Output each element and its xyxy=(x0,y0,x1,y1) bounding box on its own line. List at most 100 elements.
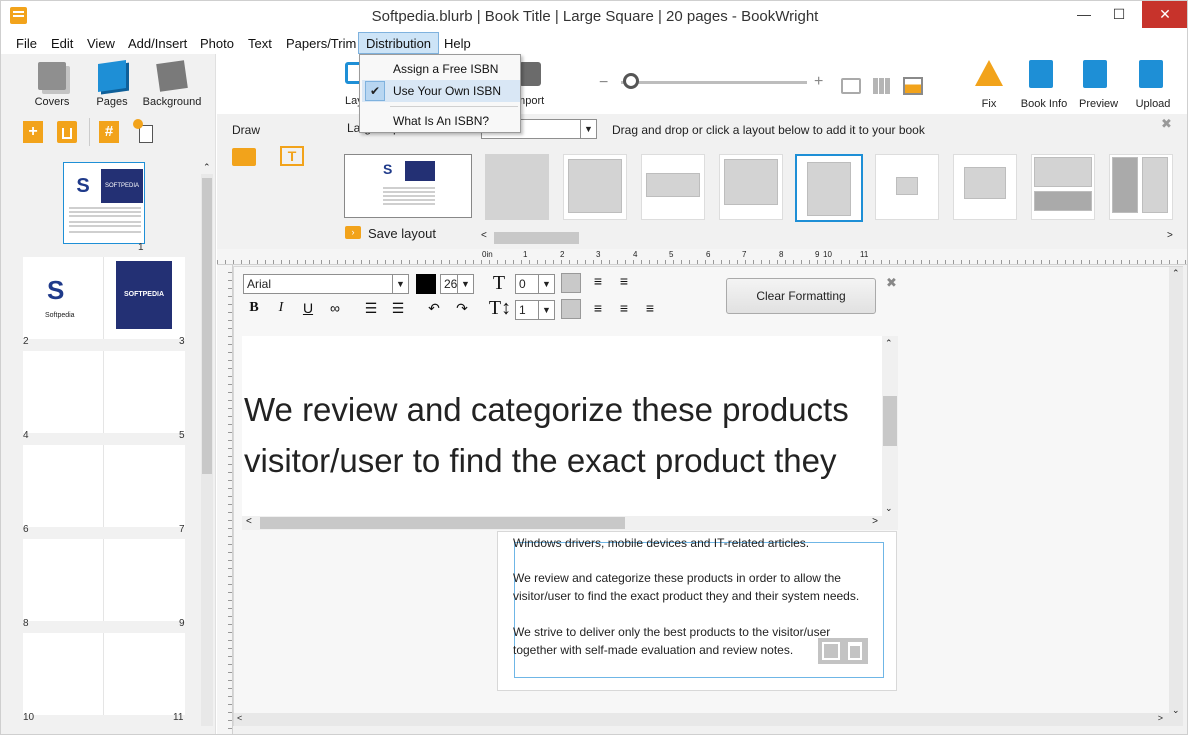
scroll-right-icon[interactable]: > xyxy=(1167,230,1173,241)
link-icon[interactable]: ∞ xyxy=(325,300,345,316)
outdent-icon[interactable]: ☰ xyxy=(361,300,381,317)
close-editor-icon[interactable]: ✖ xyxy=(886,275,897,291)
clear-formatting-button[interactable]: Clear Formatting xyxy=(726,278,876,314)
scroll-up-icon[interactable]: ⌃ xyxy=(1172,268,1180,279)
spread-4-5[interactable] xyxy=(23,351,185,433)
background-button[interactable]: Background xyxy=(141,60,203,108)
scroll-down-icon[interactable]: ⌄ xyxy=(1172,705,1180,716)
upload-icon[interactable] xyxy=(1139,60,1163,88)
scroll-right-icon[interactable]: > xyxy=(1158,713,1163,723)
close-layouts-icon[interactable]: ✖ xyxy=(1161,116,1172,132)
layout-tile[interactable] xyxy=(485,154,549,220)
text-area-scrollbar[interactable]: ⌃ ⌄ xyxy=(882,336,898,516)
draw-image-icon[interactable] xyxy=(232,148,256,166)
menu-file[interactable]: File xyxy=(16,33,37,54)
menu-what-is-isbn[interactable]: What Is An ISBN? xyxy=(393,114,489,128)
redo-icon[interactable]: ↷ xyxy=(452,300,472,317)
scroll-up-icon[interactable]: ⌃ xyxy=(203,162,211,173)
zoom-in-icon[interactable]: + xyxy=(814,73,823,91)
menu-help[interactable]: Help xyxy=(444,33,471,54)
menu-papers-trim[interactable]: Papers/Trim xyxy=(286,33,356,54)
italic-icon[interactable]: I xyxy=(271,300,291,316)
layout-tile[interactable] xyxy=(563,154,627,220)
fix-label[interactable]: Fix xyxy=(975,98,1003,110)
cover-thumbnail[interactable]: S SOFTPEDIA xyxy=(63,162,145,244)
layout-tile[interactable] xyxy=(1109,154,1173,220)
align-center-icon[interactable]: ≡ xyxy=(588,300,608,316)
menu-assign-free-isbn[interactable]: Assign a Free ISBN xyxy=(393,62,498,76)
canvas-scrollbar[interactable]: ⌃ ⌄ xyxy=(1169,267,1183,726)
maximize-button[interactable]: ☐ xyxy=(1102,1,1136,28)
layout-tile[interactable] xyxy=(1031,154,1095,220)
save-layout-icon[interactable]: › xyxy=(345,226,361,239)
chart-icon[interactable] xyxy=(903,77,923,95)
font-select[interactable]: Arial ▼ xyxy=(243,274,409,294)
menu-distribution[interactable]: Distribution xyxy=(358,32,440,54)
zoom-handle[interactable] xyxy=(623,73,639,89)
zoom-slider[interactable] xyxy=(621,81,807,84)
spread-2-3[interactable]: S Softpedia SOFTPEDIA xyxy=(23,257,185,339)
menu-view[interactable]: View xyxy=(87,33,115,54)
fix-icon[interactable] xyxy=(975,60,1003,86)
menu-photo[interactable]: Photo xyxy=(200,33,234,54)
preview-icon[interactable] xyxy=(1083,60,1107,88)
spacing-before-select[interactable]: 0 ▼ xyxy=(515,274,555,294)
line-spacing-select[interactable]: 1 ▼ xyxy=(515,300,555,320)
indent-icon[interactable]: ☰ xyxy=(388,300,408,317)
layout-tile-selected[interactable] xyxy=(795,154,863,222)
layout-tile[interactable] xyxy=(953,154,1017,220)
align-right-icon[interactable]: ≡ xyxy=(614,300,634,316)
canvas-hscrollbar[interactable]: < > xyxy=(234,713,1169,726)
valign-top-icon[interactable] xyxy=(561,273,581,293)
pages-scrollbar[interactable]: ⌃ ⌄ xyxy=(201,162,213,734)
spread-6-7[interactable] xyxy=(23,445,185,527)
upload-label[interactable]: Upload xyxy=(1135,98,1171,110)
book-info-label[interactable]: Book Info xyxy=(1017,98,1071,110)
book-info-icon[interactable] xyxy=(1029,60,1053,88)
text-area-scroll-thumb[interactable] xyxy=(883,396,897,446)
scroll-right-icon[interactable]: > xyxy=(872,516,878,527)
scroll-left-icon[interactable]: < xyxy=(246,516,252,527)
underline-icon[interactable]: U xyxy=(298,300,318,316)
layout-tile[interactable] xyxy=(875,154,939,220)
preview-label[interactable]: Preview xyxy=(1079,98,1118,110)
text-color-swatch[interactable] xyxy=(416,274,436,294)
link-icon[interactable] xyxy=(841,78,861,94)
copy-icon[interactable] xyxy=(822,642,840,660)
undo-icon[interactable]: ↶ xyxy=(424,300,444,317)
text-area-hscrollbar[interactable]: < > xyxy=(242,516,898,530)
layout-tile[interactable] xyxy=(641,154,705,220)
menu-text[interactable]: Text xyxy=(248,33,272,54)
grid-icon[interactable] xyxy=(873,78,891,94)
scroll-up-icon[interactable]: ⌃ xyxy=(885,338,893,349)
valign-bottom-icon[interactable]: ≡ xyxy=(614,273,634,289)
close-button[interactable]: ✕ xyxy=(1142,1,1187,28)
text-area-hscroll-thumb[interactable] xyxy=(260,517,625,529)
spread-10-11[interactable] xyxy=(23,633,185,715)
scroll-left-icon[interactable]: < xyxy=(237,713,242,723)
add-page-icon[interactable]: + xyxy=(23,121,43,143)
covers-button[interactable]: Covers xyxy=(23,62,81,108)
menu-add-insert[interactable]: Add/Insert xyxy=(128,33,187,54)
pages-button[interactable]: Pages xyxy=(89,60,135,108)
menu-edit[interactable]: Edit xyxy=(51,33,73,54)
scroll-down-icon[interactable]: ⌄ xyxy=(885,503,893,514)
font-size-select[interactable]: 26 ▼ xyxy=(440,274,474,294)
draw-text-icon[interactable]: T xyxy=(280,146,304,166)
scroll-left-icon[interactable]: < xyxy=(481,230,487,241)
page-number-icon[interactable]: # xyxy=(99,121,119,143)
rich-text-area[interactable]: We review and categorize these products … xyxy=(242,336,882,516)
valign-middle-icon[interactable]: ≡ xyxy=(588,273,608,289)
zoom-out-icon[interactable]: − xyxy=(599,74,608,92)
bold-icon[interactable]: B xyxy=(244,300,264,316)
save-layout-label[interactable]: Save layout xyxy=(368,226,436,241)
pages-scroll-thumb[interactable] xyxy=(202,178,212,474)
align-left-icon[interactable] xyxy=(561,299,581,319)
minimize-button[interactable]: — xyxy=(1067,1,1101,28)
layouts-scroll-thumb[interactable] xyxy=(494,232,579,244)
align-justify-icon[interactable]: ≡ xyxy=(640,300,660,316)
delete-page-icon[interactable] xyxy=(57,121,77,143)
scroll-down-icon[interactable]: ⌄ xyxy=(203,729,211,734)
import-icon[interactable] xyxy=(519,62,541,86)
menu-use-own-isbn[interactable]: Use Your Own ISBN xyxy=(393,84,501,98)
